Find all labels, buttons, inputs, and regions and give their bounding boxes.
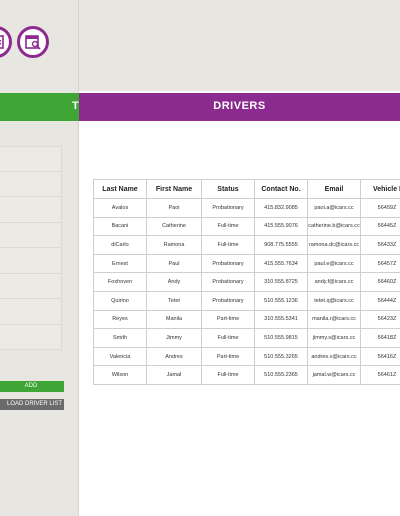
- cell-first-name: Paoi: [146, 198, 202, 218]
- table-row[interactable]: Ernest Paul Probationary 415.555.7634 pa…: [93, 253, 400, 274]
- top-strip: [79, 0, 400, 91]
- cell-contact-no: 510.555.3265: [254, 346, 308, 367]
- table-row[interactable]: Quirino Tetet Probationary 510.555.1236 …: [93, 290, 400, 311]
- form-section-header: T: [0, 93, 79, 121]
- form-field[interactable]: [0, 248, 62, 274]
- table-row[interactable]: Smith Jimmy Full-time 510.555.9815 jimmy…: [93, 328, 400, 348]
- cell-last-name: Valencia: [93, 346, 147, 367]
- cell-contact-no: 510.555.1236: [254, 290, 308, 311]
- profile-button[interactable]: [0, 26, 12, 58]
- cell-contact-no: 310.555.8725: [254, 272, 308, 292]
- cell-email: tetet.q@icars.cc: [307, 290, 361, 311]
- cell-status: Probationary: [201, 253, 255, 274]
- column-header-status[interactable]: Status: [201, 179, 255, 199]
- cell-vehicle-id: 56457Z: [360, 253, 400, 274]
- cell-last-name: Avalos: [93, 198, 147, 218]
- cell-email: paoi.a@icars.cc: [307, 198, 361, 218]
- sidebar: ADD LOAD DRIVER LIST: [0, 0, 79, 516]
- cell-first-name: Ramona: [146, 235, 202, 255]
- column-header-last-name[interactable]: Last Name: [93, 179, 147, 199]
- download-driver-list-button[interactable]: LOAD DRIVER LIST: [0, 399, 64, 410]
- cell-vehicle-id: 56418Z: [360, 328, 400, 348]
- table-row[interactable]: Bacani Catherine Full-time 415.555.9076 …: [93, 216, 400, 237]
- cell-vehicle-id: 56459Z: [360, 198, 400, 218]
- cell-last-name: Foxhoven: [93, 272, 147, 292]
- cell-first-name: Andy: [146, 272, 202, 292]
- cell-first-name: Paul: [146, 253, 202, 274]
- document-search-button[interactable]: [17, 26, 49, 58]
- cell-first-name: Catherine: [146, 216, 202, 237]
- cell-vehicle-id: 56416Z: [360, 346, 400, 367]
- add-button[interactable]: ADD: [0, 381, 64, 392]
- cell-contact-no: 510.555.9815: [254, 328, 308, 348]
- cell-status: Part-time: [201, 309, 255, 330]
- cell-contact-no: 415.555.7634: [254, 253, 308, 274]
- cell-vehicle-id: 56433Z: [360, 235, 400, 255]
- cell-email: andres.v@icars.cc: [307, 346, 361, 367]
- cell-vehicle-id: 56460Z: [360, 272, 400, 292]
- profile-icon: [0, 35, 4, 49]
- form-field[interactable]: [0, 222, 62, 248]
- driver-form: [0, 146, 62, 350]
- column-header-first-name[interactable]: First Name: [146, 179, 202, 199]
- form-field[interactable]: [0, 171, 62, 197]
- cell-status: Probationary: [201, 198, 255, 218]
- cell-status: Full-time: [201, 216, 255, 237]
- cell-last-name: Wilson: [93, 365, 147, 385]
- cell-contact-no: 510.555.2365: [254, 365, 308, 385]
- form-field[interactable]: [0, 324, 62, 350]
- table-row[interactable]: diCarlo Ramona Full-time 908.775.5555 ra…: [93, 235, 400, 255]
- form-field[interactable]: [0, 273, 62, 299]
- cell-vehicle-id: 56445Z: [360, 216, 400, 237]
- cell-contact-no: 310.555.5341: [254, 309, 308, 330]
- cell-first-name: Jamal: [146, 365, 202, 385]
- cell-email: jimmy.s@icars.cc: [307, 328, 361, 348]
- form-field[interactable]: [0, 299, 62, 325]
- cell-email: andy.f@icars.cc: [307, 272, 361, 292]
- form-field[interactable]: [0, 146, 62, 172]
- table-header-row: Last Name First Name Status Contact No. …: [93, 179, 400, 199]
- form-section-title: T: [71, 100, 79, 112]
- table-row[interactable]: Foxhoven Andy Probationary 310.555.8725 …: [93, 272, 400, 292]
- table-row[interactable]: Avalos Paoi Probationary 415.832.9085 pa…: [93, 198, 400, 218]
- document-search-icon: [25, 35, 41, 50]
- cell-email: manila.r@icars.cc: [307, 309, 361, 330]
- cell-last-name: Bacani: [93, 216, 147, 237]
- column-header-email[interactable]: Email: [307, 179, 361, 199]
- column-header-contact-no[interactable]: Contact No.: [254, 179, 308, 199]
- table-row[interactable]: Valencia Andres Part-time 510.555.3265 a…: [93, 346, 400, 367]
- cell-last-name: Reyes: [93, 309, 147, 330]
- drivers-section-header: DRIVERS: [79, 93, 400, 121]
- cell-contact-no: 908.775.5555: [254, 235, 308, 255]
- cell-vehicle-id: 56444Z: [360, 290, 400, 311]
- cell-first-name: Tetet: [146, 290, 202, 311]
- cell-status: Full-time: [201, 235, 255, 255]
- form-field[interactable]: [0, 197, 62, 223]
- cell-last-name: Quirino: [93, 290, 147, 311]
- cell-last-name: Ernest: [93, 253, 147, 274]
- drivers-section-title: DRIVERS: [213, 100, 266, 112]
- cell-first-name: Manila: [146, 309, 202, 330]
- cell-last-name: Smith: [93, 328, 147, 348]
- cell-status: Full-time: [201, 328, 255, 348]
- table-row[interactable]: Wilson Jamal Full-time 510.555.2365 jama…: [93, 365, 400, 385]
- cell-status: Probationary: [201, 290, 255, 311]
- cell-email: catherine.b@icars.cc: [307, 216, 361, 237]
- column-header-vehicle-id[interactable]: Vehicle I: [360, 179, 400, 199]
- cell-first-name: Jimmy: [146, 328, 202, 348]
- cell-vehicle-id: 56461Z: [360, 365, 400, 385]
- cell-first-name: Andres: [146, 346, 202, 367]
- cell-last-name: diCarlo: [93, 235, 147, 255]
- cell-vehicle-id: 56423Z: [360, 309, 400, 330]
- cell-contact-no: 415.832.9085: [254, 198, 308, 218]
- cell-status: Part-time: [201, 346, 255, 367]
- cell-status: Full-time: [201, 365, 255, 385]
- cell-email: ramona.dc@icars.cc: [307, 235, 361, 255]
- cell-status: Probationary: [201, 272, 255, 292]
- drivers-table: Last Name First Name Status Contact No. …: [93, 179, 400, 385]
- cell-contact-no: 415.555.9076: [254, 216, 308, 237]
- cell-email: jamal.w@icars.cc: [307, 365, 361, 385]
- table-row[interactable]: Reyes Manila Part-time 310.555.5341 mani…: [93, 309, 400, 330]
- cell-email: paul.e@icars.cc: [307, 253, 361, 274]
